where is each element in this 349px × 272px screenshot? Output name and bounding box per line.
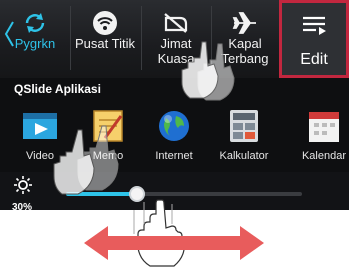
app-label: Kalkulator	[219, 150, 269, 162]
edit-list-icon	[303, 16, 326, 35]
silent-mode-icon	[164, 13, 188, 33]
brightness-slider[interactable]	[66, 186, 302, 202]
brightness-slider-fill	[66, 192, 137, 196]
quick-setting-power-saver[interactable]: Jimat Kuasa	[142, 0, 210, 78]
notification-panel: Pygrkn Pusat Titik Jimat Kuasa Kapal Ter…	[0, 0, 349, 210]
app-label: Memo	[92, 150, 124, 162]
quick-setting-sync[interactable]: Pygrkn	[4, 0, 66, 78]
sync-icon	[25, 13, 45, 33]
quick-setting-label: Jimat Kuasa	[157, 36, 195, 66]
qslide-app-video[interactable]: Video	[8, 106, 72, 162]
calendar-icon	[309, 112, 339, 142]
airplane-icon	[232, 12, 256, 34]
quick-setting-airplane[interactable]: Kapal Terbang	[212, 0, 278, 78]
qslide-app-internet[interactable]: Internet	[142, 106, 206, 162]
qslide-title: QSlide Aplikasi	[14, 82, 101, 96]
brightness-value: 30%	[12, 202, 33, 210]
app-label: Kalendar	[301, 150, 347, 162]
internet-globe-icon	[159, 111, 189, 141]
edit-label: Edit	[300, 51, 328, 68]
calculator-icon	[230, 110, 258, 142]
quick-settings-row: Pygrkn Pusat Titik Jimat Kuasa Kapal Ter…	[0, 0, 349, 78]
app-label: Internet	[155, 150, 193, 162]
quick-setting-label: Pusat Titik	[75, 36, 135, 51]
quick-setting-hotspot[interactable]: Pusat Titik	[71, 0, 139, 78]
qslide-app-calculator[interactable]: Kalkulator	[212, 106, 276, 162]
brightness-bar: 30%	[0, 172, 349, 210]
quick-setting-label: Kapal Terbang	[221, 36, 269, 66]
quick-setting-label: Pygrkn	[14, 36, 56, 51]
brightness-slider-thumb[interactable]	[128, 186, 145, 202]
swipe-left-right-arrow-icon	[84, 226, 264, 260]
qslide-app-memo[interactable]: Memo	[76, 106, 140, 162]
app-label: Video	[26, 150, 54, 162]
edit-quick-settings-button[interactable]: Edit	[279, 0, 349, 78]
wifi-hotspot-icon	[93, 11, 117, 35]
video-icon	[23, 113, 57, 139]
brightness-icon	[14, 176, 32, 194]
memo-icon	[93, 110, 123, 142]
qslide-app-calendar[interactable]: Kalendar	[292, 106, 349, 162]
